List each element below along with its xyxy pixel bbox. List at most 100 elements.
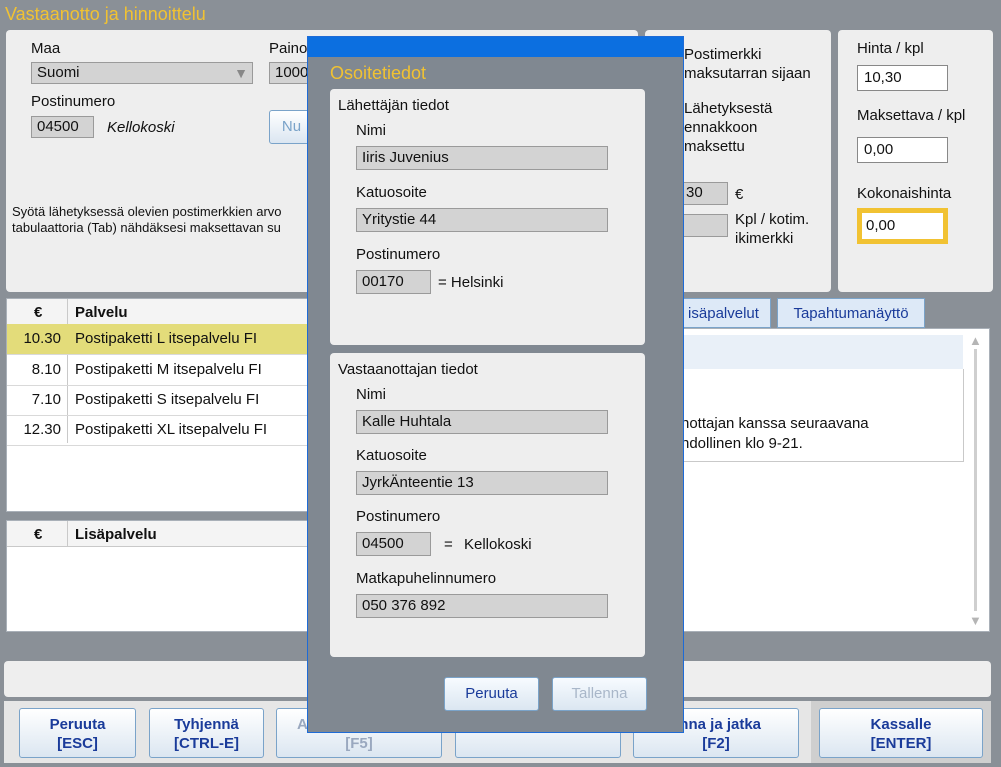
recipient-name-input[interactable]: Kalle Huhtala bbox=[356, 410, 608, 434]
table-row[interactable]: 7.10 Postipaketti S itsepalvelu FI bbox=[7, 385, 307, 416]
clear-button-key: [CTRL-E] bbox=[174, 735, 239, 752]
services-col-service: Palvelu bbox=[75, 304, 128, 321]
recipient-city: Kellokoski bbox=[464, 536, 532, 553]
row-price: 8.10 bbox=[31, 361, 61, 378]
row-price: 12.30 bbox=[23, 421, 61, 438]
clear-button[interactable]: Tyhjennä [CTRL-E] bbox=[149, 708, 264, 758]
tab-event-view-label: Tapahtumanäyttö bbox=[793, 305, 909, 322]
prepaid-line-2: ennakkoon bbox=[684, 119, 758, 136]
sender-postal-input[interactable]: 00170 bbox=[356, 270, 431, 294]
stamp-currency: € bbox=[735, 186, 744, 203]
recipient-postal-label: Postinumero bbox=[356, 508, 441, 525]
stamp-amount-input[interactable]: 30 bbox=[680, 182, 728, 205]
sender-heading: Lähettäjän tiedot bbox=[338, 97, 449, 114]
recipient-heading: Vastaanottajan tiedot bbox=[338, 361, 478, 378]
unit-price-label: Hinta / kpl bbox=[857, 40, 924, 57]
tab-extra-services[interactable]: isäpalvelut bbox=[676, 298, 771, 328]
scrollbar-track[interactable] bbox=[974, 349, 977, 611]
clear-button-label: Tyhjennä bbox=[174, 716, 239, 733]
prepaid-line-3: maksettu bbox=[684, 138, 745, 155]
dialog-title: Osoitetiedot bbox=[330, 63, 427, 83]
sender-name-input[interactable]: Iiris Juvenius bbox=[356, 146, 608, 170]
extras-col-price: € bbox=[34, 526, 43, 543]
total-value: 0,00 bbox=[866, 217, 896, 234]
checkout-button-key: [ENTER] bbox=[870, 735, 932, 752]
info-message-box: nottajan kanssa seuraavana hdollinen klo… bbox=[677, 369, 964, 462]
tab-event-view[interactable]: Tapahtumanäyttö bbox=[777, 298, 925, 328]
table-row[interactable]: 10.30 Postipaketti L itsepalvelu FI bbox=[7, 324, 307, 355]
cancel-button-label: Peruuta bbox=[49, 716, 106, 733]
row-name: Postipaketti M itsepalvelu FI bbox=[75, 361, 262, 378]
info-line-1: nottajan kanssa seuraavana bbox=[681, 415, 869, 432]
dialog-title-bar[interactable] bbox=[308, 37, 683, 57]
scroll-up-icon[interactable]: ▲ bbox=[969, 333, 982, 348]
address-dialog: Osoitetiedot Lähettäjän tiedot Nimi Iiri… bbox=[307, 36, 684, 733]
recipient-street-label: Katuosoite bbox=[356, 447, 427, 464]
recipient-postal-input[interactable]: 04500 bbox=[356, 532, 431, 556]
checkout-button-label: Kassalle bbox=[870, 716, 932, 733]
sender-postal-label: Postinumero bbox=[356, 246, 441, 263]
recipient-name-label: Nimi bbox=[356, 386, 386, 403]
instruction-line-1: Syötä lähetyksessä olevien postimerkkien… bbox=[12, 204, 282, 219]
extras-grid: € Lisäpalvelu bbox=[6, 520, 308, 632]
total-input[interactable]: 0,00 bbox=[857, 208, 948, 244]
postal-label: Postinumero bbox=[31, 93, 116, 110]
stamp-qty-input[interactable] bbox=[680, 214, 728, 237]
row-price: 10.30 bbox=[23, 330, 61, 347]
info-line-2: hdollinen klo 9-21. bbox=[681, 435, 803, 452]
payable-input[interactable]: 0,00 bbox=[857, 137, 948, 163]
sender-group: Lähettäjän tiedot Nimi Iiris Juvenius Ka… bbox=[330, 89, 645, 345]
checkout-button[interactable]: Kassalle [ENTER] bbox=[819, 708, 983, 758]
row-price: 7.10 bbox=[31, 391, 61, 408]
dialog-cancel-button[interactable]: Peruuta bbox=[444, 677, 539, 711]
row-name: Postipaketti L itsepalvelu FI bbox=[75, 330, 258, 347]
recipient-city-equals: = bbox=[444, 536, 453, 553]
postal-input[interactable]: 04500 bbox=[31, 116, 94, 138]
row-name: Postipaketti XL itsepalvelu FI bbox=[75, 421, 268, 438]
stamp-line-1: Postimerkki bbox=[684, 46, 762, 63]
total-label: Kokonaishinta bbox=[857, 185, 952, 202]
country-label: Maa bbox=[31, 40, 61, 57]
table-row[interactable]: 8.10 Postipaketti M itsepalvelu FI bbox=[7, 355, 307, 386]
qty-label-line-2: ikimerkki bbox=[735, 230, 794, 247]
services-grid: € Palvelu 10.30 Postipaketti L itsepalve… bbox=[6, 298, 308, 512]
recipient-phone-input[interactable]: 050 376 892 bbox=[356, 594, 608, 618]
postal-city: Kellokoski bbox=[107, 119, 175, 136]
extras-col-service: Lisäpalvelu bbox=[75, 526, 157, 543]
chevron-down-icon[interactable]: ▼ bbox=[234, 63, 248, 83]
sender-street-input[interactable]: Yritystie 44 bbox=[356, 208, 608, 232]
cancel-button-key: [ESC] bbox=[57, 735, 98, 752]
column-divider bbox=[67, 521, 68, 546]
dialog-save-button[interactable]: Tallenna bbox=[552, 677, 647, 711]
window-title: Vastaanotto ja hinnoittelu bbox=[5, 4, 206, 24]
save-continue-key: [F2] bbox=[702, 735, 730, 752]
info-panel: nottajan kanssa seuraavana hdollinen klo… bbox=[676, 328, 990, 632]
sender-city: = Helsinki bbox=[438, 274, 504, 291]
prepaid-line-1: Lähetyksestä bbox=[684, 100, 773, 117]
tab-extra-services-label: isäpalvelut bbox=[688, 305, 759, 322]
recipient-street-input[interactable]: JyrkÄnteentie 13 bbox=[356, 471, 608, 495]
stamp-line-2: maksutarran sijaan bbox=[684, 65, 811, 82]
recipient-phone-label: Matkapuhelinnumero bbox=[356, 570, 497, 587]
sender-street-label: Katuosoite bbox=[356, 184, 427, 201]
f5-button-key: [F5] bbox=[345, 735, 373, 752]
instruction-line-2: tabulaattoria (Tab) nähdäksesi maksettav… bbox=[12, 220, 281, 235]
services-header: € Palvelu bbox=[7, 299, 307, 325]
price-panel: Hinta / kpl 10,30 Maksettava / kpl 0,00 … bbox=[838, 30, 993, 292]
payable-label: Maksettava / kpl bbox=[857, 107, 966, 124]
qty-label-line-1: Kpl / kotim. bbox=[735, 211, 810, 228]
country-select[interactable]: Suomi ▼ bbox=[31, 62, 253, 84]
table-row[interactable]: 12.30 Postipaketti XL itsepalvelu FI bbox=[7, 415, 307, 446]
info-highlight-row bbox=[677, 335, 963, 369]
country-value: Suomi bbox=[37, 64, 80, 81]
weight-label: Paino bbox=[269, 40, 308, 57]
row-name: Postipaketti S itsepalvelu FI bbox=[75, 391, 260, 408]
recipient-group: Vastaanottajan tiedot Nimi Kalle Huhtala… bbox=[330, 353, 645, 657]
sender-name-label: Nimi bbox=[356, 122, 386, 139]
scroll-down-icon[interactable]: ▼ bbox=[969, 613, 982, 628]
extras-header: € Lisäpalvelu bbox=[7, 521, 307, 547]
services-col-price: € bbox=[34, 304, 43, 321]
unit-price-input[interactable]: 10,30 bbox=[857, 65, 948, 91]
info-scrollbar[interactable]: ▲ ▼ bbox=[967, 331, 985, 629]
cancel-button[interactable]: Peruuta [ESC] bbox=[19, 708, 136, 758]
